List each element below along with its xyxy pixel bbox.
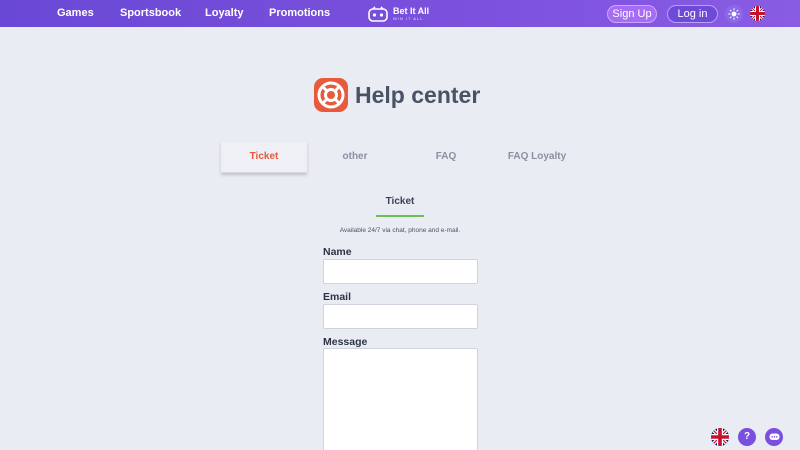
lifebuoy-icon [314,78,348,112]
uk-flag-icon [750,6,765,21]
tab-ticket[interactable]: Ticket [221,142,307,173]
gamepad-logo-icon [368,5,388,22]
availability-text: Available 24/7 via chat, phone and e-mai… [339,227,461,234]
logo-title: Bet It All [393,5,430,16]
language-flag-button[interactable] [711,428,729,446]
chat-button[interactable] [765,428,783,446]
message-label: Message [323,336,368,348]
help-center-heading: Help center [313,77,480,113]
help-button[interactable]: ? [738,428,756,446]
theme-toggle-button[interactable] [725,5,743,23]
signup-button[interactable]: Sign Up [607,5,657,23]
top-header: Games Sportsbook Loyalty Promotions Bet … [0,0,800,27]
tab-faq-loyalty[interactable]: FAQ Loyalty [494,142,580,173]
nav-games[interactable]: Games [57,0,94,27]
nav-loyalty[interactable]: Loyalty [205,0,244,27]
form-section-title: Ticket [385,196,415,207]
nav-sportsbook[interactable]: Sportsbook [120,0,181,27]
login-button[interactable]: Log in [667,5,718,23]
nav-promotions[interactable]: Promotions [269,0,330,27]
section-underline [376,215,424,217]
message-textarea[interactable] [323,348,478,450]
tab-faq[interactable]: FAQ [403,142,489,173]
name-label: Name [323,246,352,258]
site-logo[interactable]: Bet It All WIN IT ALL [368,4,429,23]
email-input[interactable] [323,304,478,329]
tab-other[interactable]: other [312,142,398,173]
logo-subtitle: WIN IT ALL [393,15,424,21]
chat-bubble-icon [769,433,779,440]
name-input[interactable] [323,259,478,284]
sun-icon [728,8,740,20]
email-label: Email [323,291,352,303]
logo-text: Bet It All WIN IT ALL [393,5,430,21]
page-title: Help center [355,81,481,108]
